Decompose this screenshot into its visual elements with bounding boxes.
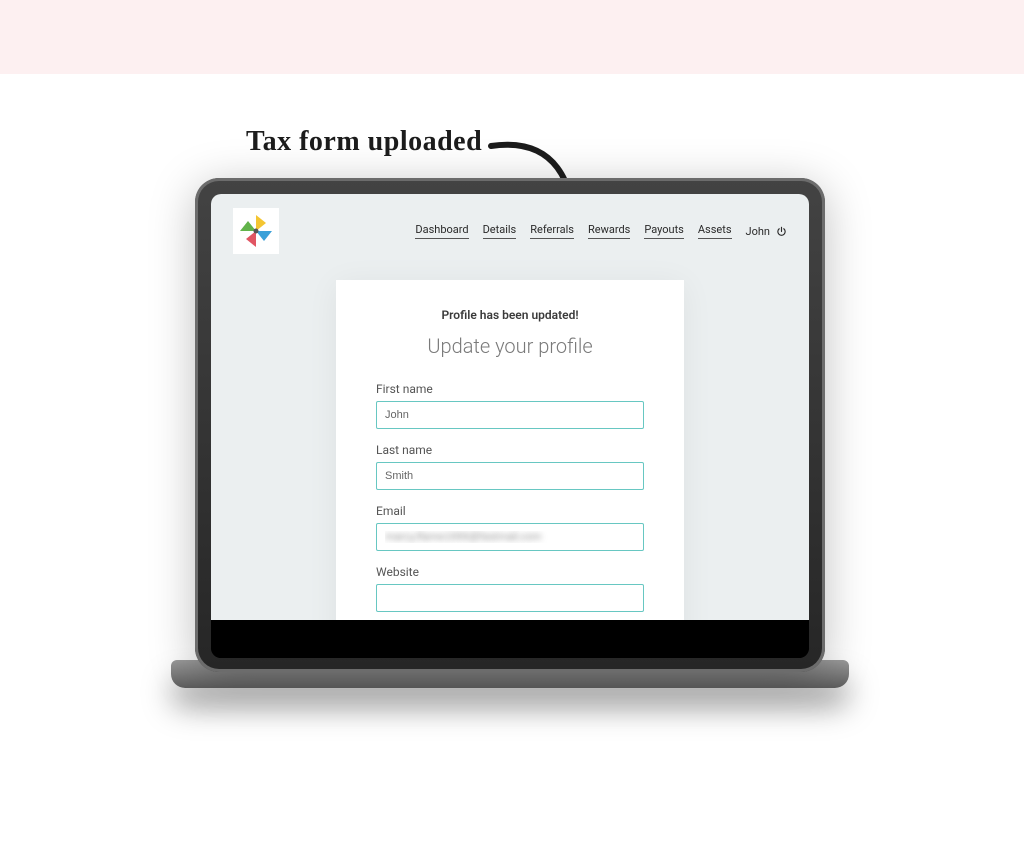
card-title: Update your profile <box>376 334 644 358</box>
laptop-frame: Dashboard Details Referrals Rewards Payo… <box>179 178 841 708</box>
nav-assets[interactable]: Assets <box>698 223 732 239</box>
nav-referrals[interactable]: Referrals <box>530 223 574 239</box>
last-name-label: Last name <box>376 443 644 457</box>
email-label: Email <box>376 504 644 518</box>
app-header: Dashboard Details Referrals Rewards Payo… <box>211 194 809 262</box>
user-name: John <box>746 225 770 238</box>
first-name-input[interactable] <box>376 401 644 429</box>
nav-dashboard[interactable]: Dashboard <box>415 223 468 239</box>
app-viewport: Dashboard Details Referrals Rewards Payo… <box>211 194 809 620</box>
screen-black-lower <box>211 620 809 658</box>
annotation-text: Tax form uploaded <box>246 126 482 158</box>
nav-rewards[interactable]: Rewards <box>588 223 630 239</box>
nav-payouts[interactable]: Payouts <box>644 223 684 239</box>
status-message: Profile has been updated! <box>376 308 644 322</box>
pinwheel-logo <box>233 208 279 254</box>
user-menu[interactable]: John <box>746 225 787 238</box>
website-label: Website <box>376 565 644 579</box>
website-input[interactable] <box>376 584 644 612</box>
laptop-body: Dashboard Details Referrals Rewards Payo… <box>195 178 825 672</box>
pinwheel-icon <box>236 211 276 251</box>
power-icon <box>776 226 787 237</box>
laptop-screen: Dashboard Details Referrals Rewards Payo… <box>211 194 809 658</box>
profile-card: Profile has been updated! Update your pr… <box>336 280 684 620</box>
nav-details[interactable]: Details <box>483 223 517 239</box>
email-input[interactable] <box>376 523 644 551</box>
first-name-label: First name <box>376 382 644 396</box>
page-top-band <box>0 0 1024 74</box>
top-nav: Dashboard Details Referrals Rewards Payo… <box>415 223 787 239</box>
last-name-input[interactable] <box>376 462 644 490</box>
